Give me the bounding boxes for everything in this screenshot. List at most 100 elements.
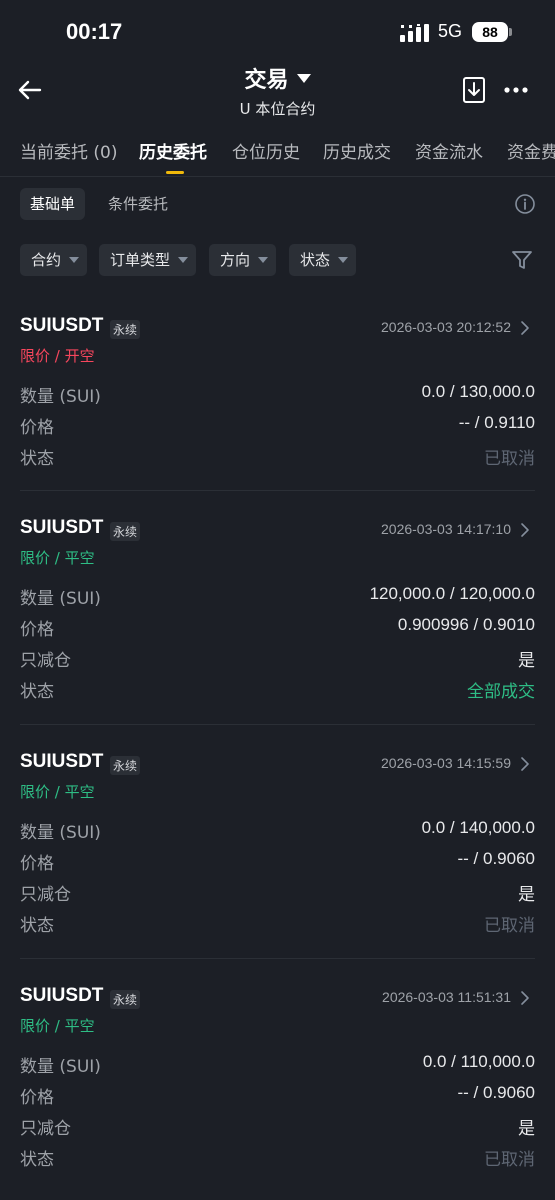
tab-bar: 当前委托 (0) 历史委托 仓位历史 历史成交 资金流水 资金费 [0, 138, 555, 176]
reduce-only-label: 只减仓 [20, 885, 71, 905]
status-value: 已取消 [484, 449, 535, 468]
divider [20, 724, 535, 725]
price-label: 价格 [20, 418, 54, 438]
reduce-only-row: 只减仓 是 [0, 646, 555, 671]
caret-down-icon [69, 257, 80, 263]
divider [0, 176, 555, 177]
subtab-basic-orders[interactable]: 基础单 [20, 188, 86, 220]
qty-label: 数量 (SUI) [20, 823, 101, 843]
signal-icon [400, 24, 429, 42]
status-label: 状态 [20, 449, 54, 469]
price-row: 价格 -- / 0.9060 [0, 1083, 555, 1108]
qty-label: 数量 (SUI) [20, 589, 101, 609]
price-label: 价格 [20, 854, 54, 874]
chevron-right-icon [521, 523, 529, 537]
qty-value: 120,000.0 / 120,000.0 [369, 584, 535, 603]
filter-direction-label: 方向 [220, 251, 251, 269]
filter-contract[interactable]: 合约 [20, 244, 88, 276]
chevron-right-icon [521, 991, 529, 1005]
order-time: 2026-03-03 20:12:52 [381, 319, 511, 335]
page-title: 交易 [244, 68, 289, 93]
order-time: 2026-03-03 11:51:31 [382, 989, 511, 1005]
tab-position-history[interactable]: 仓位历史 [232, 138, 300, 163]
reduce-only-value: 是 [518, 651, 535, 670]
filter-order-type[interactable]: 订单类型 [99, 244, 197, 276]
reduce-only-value: 是 [518, 1119, 535, 1138]
order-symbol: SUIUSDT [20, 517, 104, 538]
download-icon[interactable] [461, 76, 487, 104]
order-type: 限价 / 平空 [20, 783, 95, 801]
price-row: 价格 -- / 0.9110 [0, 413, 555, 438]
active-tab-indicator [166, 171, 184, 174]
order-symbol: SUIUSDT [20, 985, 104, 1006]
chevron-right-icon [521, 321, 529, 335]
order-symbol: SUIUSDT [20, 315, 104, 336]
price-value: -- / 0.9110 [458, 413, 535, 432]
reduce-only-label: 只减仓 [20, 651, 71, 671]
caret-down-icon [258, 257, 269, 263]
divider [20, 958, 535, 959]
reduce-only-value: 是 [518, 885, 535, 904]
more-icon[interactable] [502, 80, 530, 100]
perpetual-badge: 永续 [110, 320, 141, 339]
price-label: 价格 [20, 620, 54, 640]
status-row: 状态 已取消 [0, 444, 555, 469]
qty-row: 数量 (SUI) 0.0 / 130,000.0 [0, 382, 555, 407]
reduce-only-row: 只减仓 是 [0, 880, 555, 905]
qty-value: 0.0 / 110,000.0 [422, 1052, 535, 1071]
price-value: -- / 0.9060 [457, 1083, 536, 1102]
info-icon[interactable] [514, 193, 536, 215]
tab-order-history[interactable]: 历史委托 [139, 138, 207, 163]
price-row: 价格 -- / 0.9060 [0, 849, 555, 874]
price-value: 0.900996 / 0.9010 [397, 615, 535, 634]
status-row: 状态 已取消 [0, 911, 555, 936]
price-row: 价格 0.900996 / 0.9010 [0, 615, 555, 640]
qty-label: 数量 (SUI) [20, 1057, 101, 1077]
tab-funding-fee[interactable]: 资金费 [507, 138, 555, 163]
caret-down-icon [296, 73, 311, 83]
caret-down-icon [178, 257, 189, 263]
filter-status-label: 状态 [300, 251, 331, 269]
perpetual-badge: 永续 [110, 990, 141, 1009]
qty-row: 数量 (SUI) 120,000.0 / 120,000.0 [0, 584, 555, 609]
order-time: 2026-03-03 14:17:10 [381, 521, 511, 537]
order-type: 限价 / 平空 [20, 1017, 95, 1035]
filter-funnel-icon[interactable] [510, 248, 534, 272]
caret-down-icon [338, 257, 349, 263]
reduce-only-row: 只减仓 是 [0, 1114, 555, 1139]
reduce-only-label: 只减仓 [20, 1119, 71, 1139]
order-symbol: SUIUSDT [20, 751, 104, 772]
battery-level: 88 [472, 22, 508, 42]
subtab-conditional-orders[interactable]: 条件委托 [98, 188, 178, 220]
tab-funding-flow[interactable]: 资金流水 [415, 138, 483, 163]
qty-label: 数量 (SUI) [20, 387, 101, 407]
order-time: 2026-03-03 14:15:59 [381, 755, 511, 771]
status-row: 状态 全部成交 [0, 677, 555, 702]
perpetual-badge: 永续 [110, 756, 141, 775]
status-value: 全部成交 [467, 682, 535, 701]
status-value: 已取消 [484, 916, 535, 935]
filter-contract-label: 合约 [31, 251, 62, 269]
price-label: 价格 [20, 1088, 54, 1108]
qty-row: 数量 (SUI) 0.0 / 110,000.0 [0, 1052, 555, 1077]
filter-status[interactable]: 状态 [289, 244, 357, 276]
status-time: 00:17 [66, 19, 123, 44]
title-dropdown[interactable]: 交易 [244, 62, 311, 94]
chevron-right-icon [521, 757, 529, 771]
network-label: 5G [438, 21, 463, 41]
price-value: -- / 0.9060 [457, 849, 536, 868]
divider [20, 490, 535, 491]
perpetual-badge: 永续 [110, 522, 141, 541]
qty-value: 0.0 / 140,000.0 [421, 818, 535, 837]
tab-current-orders[interactable]: 当前委托 (0) [20, 138, 117, 163]
qty-value: 0.0 / 130,000.0 [421, 382, 535, 401]
status-row: 状态 已取消 [0, 1145, 555, 1170]
tab-trade-history[interactable]: 历史成交 [323, 138, 391, 163]
status-value: 已取消 [484, 1150, 535, 1169]
status-bar: 00:17 5G 88 [0, 0, 555, 66]
filter-direction[interactable]: 方向 [209, 244, 277, 276]
status-label: 状态 [20, 682, 54, 702]
status-label: 状态 [20, 916, 54, 936]
qty-row: 数量 (SUI) 0.0 / 140,000.0 [0, 818, 555, 843]
battery-icon: 88 [472, 22, 512, 44]
